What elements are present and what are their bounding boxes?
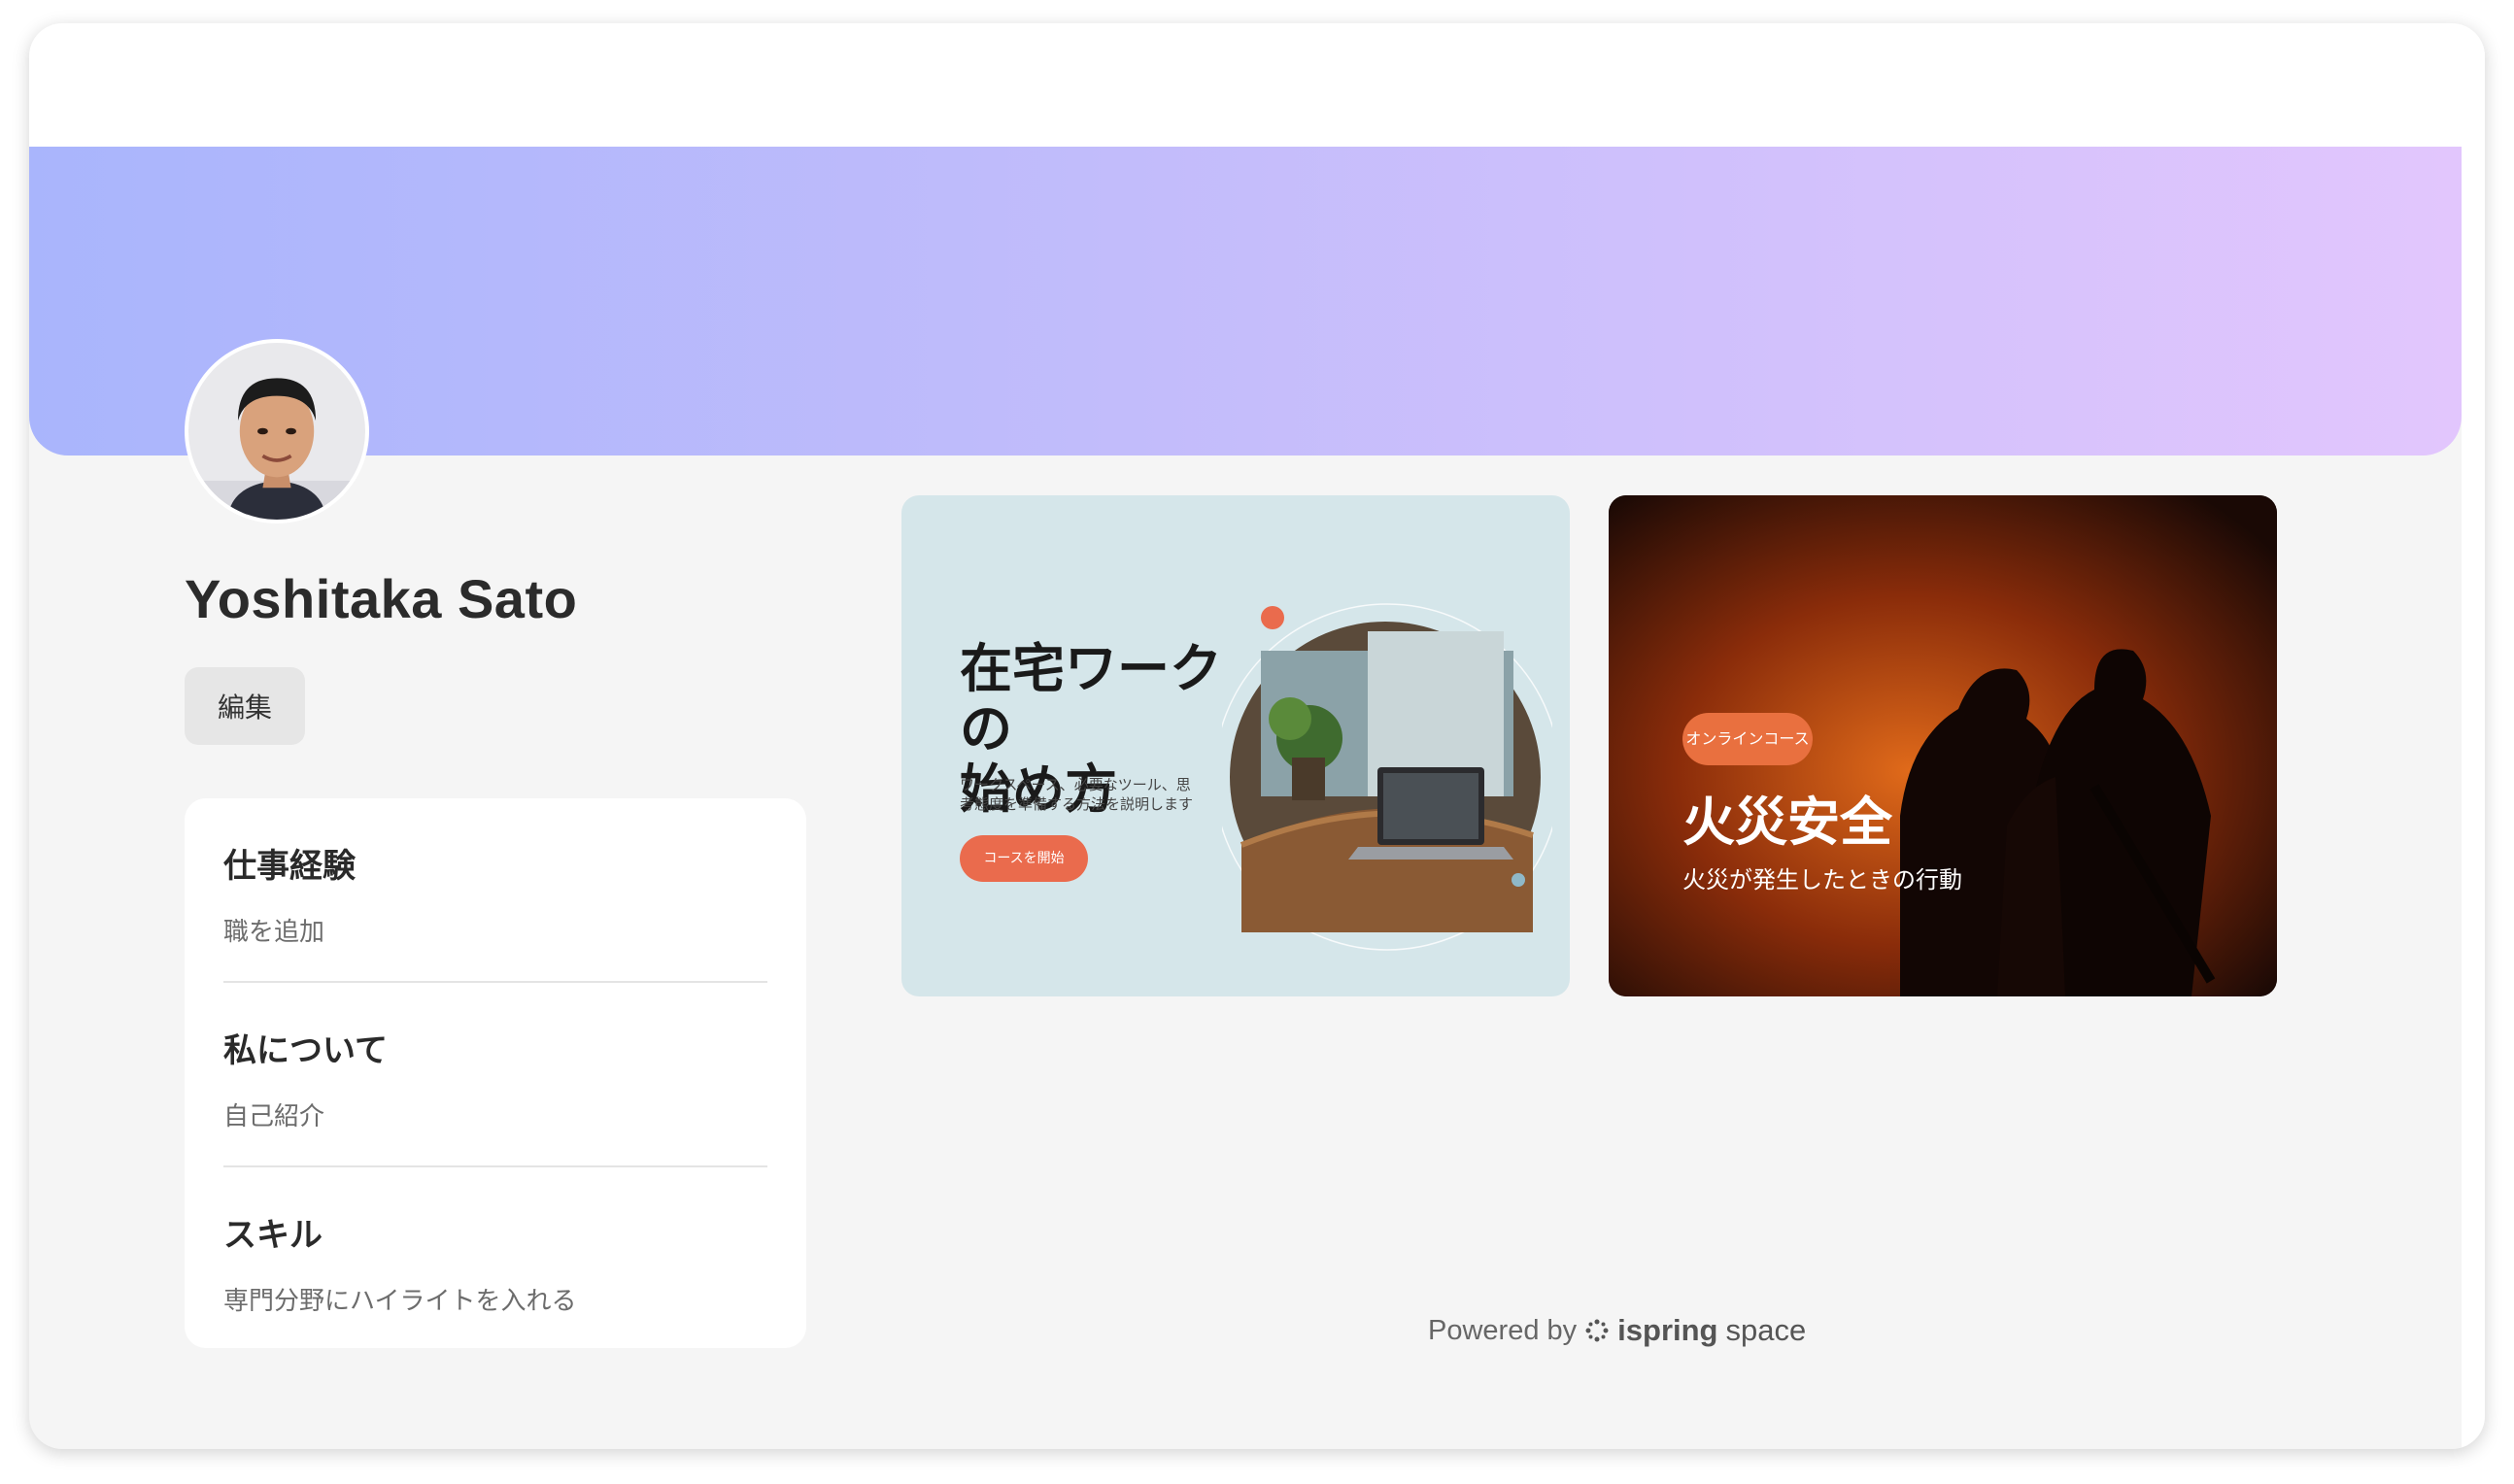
laptop-desk-illustration bbox=[1222, 603, 1552, 951]
course-title-line1: 在宅ワークの bbox=[960, 638, 1222, 759]
course-description: ワークスペース、必要なツール、思考態度を準備する方法を説明します bbox=[960, 776, 1194, 813]
ispring-logo-icon bbox=[1585, 1319, 1609, 1342]
self-intro-link[interactable]: 自己紹介 bbox=[223, 1096, 767, 1132]
skills-section[interactable]: スキル 専門分野にハイライトを入れる bbox=[223, 1167, 767, 1352]
course-card-remote-work[interactable]: 在宅ワークの 始め方 ワークスペース、必要なツール、思考態度を準備する方法を説明… bbox=[901, 495, 1570, 996]
about-title: 私について bbox=[223, 1031, 388, 1070]
powered-by-footer[interactable]: Powered by ispring space bbox=[1428, 1313, 1806, 1348]
user-name: Yoshitaka Sato bbox=[185, 568, 578, 629]
scrollbar-track[interactable] bbox=[2462, 23, 2485, 1449]
online-course-badge: オンラインコース bbox=[1682, 713, 1813, 765]
brand-ispring: ispring bbox=[1617, 1313, 1718, 1347]
work-experience-title: 仕事経験 bbox=[223, 847, 356, 886]
start-course-button[interactable]: コースを開始 bbox=[960, 835, 1088, 882]
about-section[interactable]: 私について 自己紹介 bbox=[223, 983, 767, 1167]
work-experience-section[interactable]: 仕事経験 職を追加 bbox=[223, 798, 767, 983]
highlight-skills-link[interactable]: 専門分野にハイライトを入れる bbox=[223, 1281, 767, 1317]
avatar-portrait-icon bbox=[188, 343, 365, 520]
top-bar bbox=[29, 23, 2485, 147]
profile-banner bbox=[29, 147, 2462, 455]
info-card: 仕事経験 職を追加 私について 自己紹介 スキル 専門分野にハイライトを入れる bbox=[185, 798, 806, 1348]
course-title-fire-safety: 火災安全 bbox=[1682, 792, 1892, 853]
add-job-link[interactable]: 職を追加 bbox=[223, 912, 767, 948]
course-card-fire-safety[interactable]: オンラインコース 火災安全 火災が発生したときの行動 bbox=[1609, 495, 2277, 996]
edit-button[interactable]: 編集 bbox=[185, 667, 305, 745]
avatar[interactable] bbox=[185, 339, 369, 523]
skills-title: スキル bbox=[223, 1216, 323, 1255]
brand-space: space bbox=[1725, 1313, 1807, 1347]
course-subtitle-fire-safety: 火災が発生したときの行動 bbox=[1682, 866, 1962, 894]
powered-by-label: Powered by bbox=[1428, 1314, 1578, 1346]
